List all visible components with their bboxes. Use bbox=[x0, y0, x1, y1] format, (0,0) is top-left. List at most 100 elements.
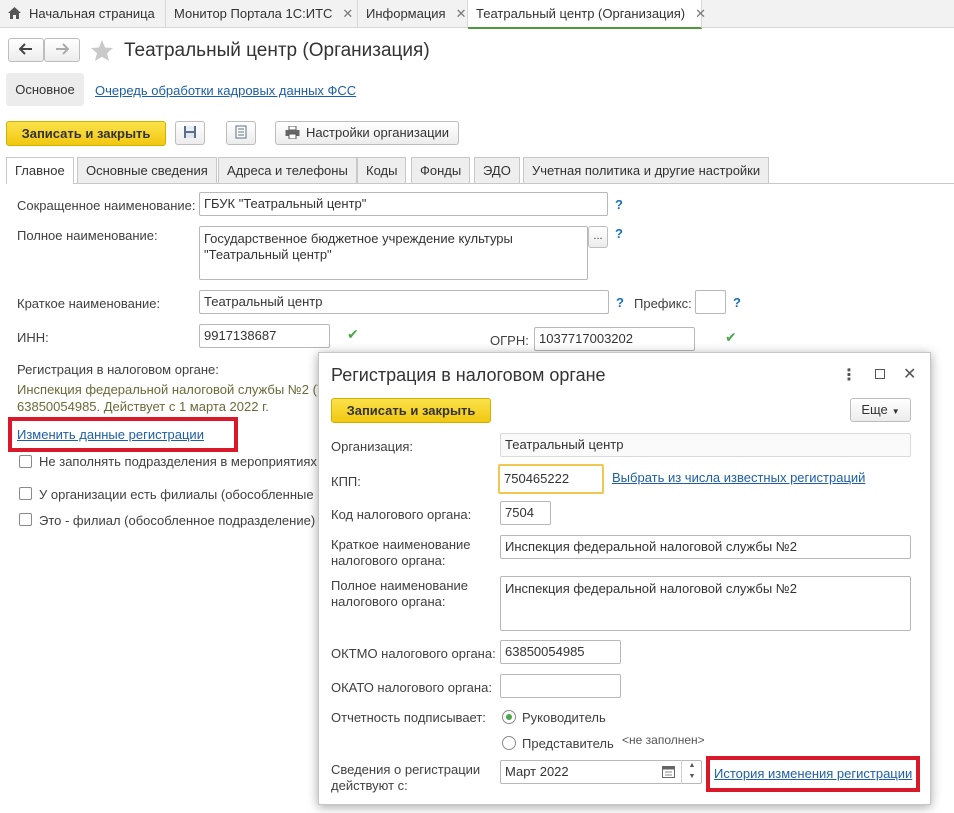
tax-reg-label: Регистрация в налоговом органе: bbox=[17, 362, 219, 377]
known-registrations-link[interactable]: Выбрать из числа известных регистраций bbox=[612, 470, 865, 485]
tab-label: Театральный центр (Организация) bbox=[476, 6, 686, 21]
full-tax-name-label-1: Полное наименование bbox=[331, 578, 469, 593]
help-icon[interactable]: ? bbox=[733, 295, 741, 310]
tab-label: Монитор Портала 1С:ИТС bbox=[174, 6, 333, 21]
okato-input[interactable] bbox=[500, 674, 621, 698]
forward-button[interactable] bbox=[44, 38, 80, 62]
ogrn-label: ОГРН: bbox=[490, 333, 529, 348]
full-name-label: Полное наименование: bbox=[17, 228, 158, 243]
signs-label: Отчетность подписывает: bbox=[331, 710, 486, 725]
prefix-input[interactable] bbox=[695, 290, 726, 314]
radio-representative[interactable] bbox=[502, 736, 516, 750]
tabs-divider bbox=[6, 183, 954, 184]
tab-info[interactable]: Информация ✕ bbox=[358, 0, 468, 28]
full-name-more-button[interactable]: ... bbox=[588, 226, 608, 248]
spin-up-icon[interactable]: ▲ bbox=[682, 760, 702, 771]
tab-main[interactable]: Главное bbox=[6, 157, 74, 184]
calendar-icon[interactable] bbox=[662, 765, 675, 778]
tab-funds[interactable]: Фонды bbox=[411, 157, 471, 183]
code-input[interactable]: 7504 bbox=[500, 501, 551, 525]
valid-from-label-1: Сведения о регистрации bbox=[331, 762, 481, 777]
tax-reg-line1: Инспекция федеральной налоговой службы №… bbox=[17, 382, 325, 397]
tab-codes[interactable]: Коды bbox=[357, 157, 407, 183]
org-input: Театральный центр bbox=[500, 433, 911, 457]
tab-home[interactable]: Начальная страница bbox=[0, 0, 166, 28]
code-label: Код налогового органа: bbox=[331, 507, 472, 522]
save-button[interactable] bbox=[175, 121, 205, 145]
tab-label: Информация bbox=[366, 6, 446, 21]
short-tax-name-input[interactable]: Инспекция федеральной налоговой службы №… bbox=[500, 535, 911, 559]
org-label: Организация: bbox=[331, 439, 414, 454]
short-tax-name-label-2: налогового органа: bbox=[331, 553, 446, 568]
full-name-input[interactable]: Государственное бюджетное учреждение кул… bbox=[199, 226, 588, 280]
kpp-input[interactable]: 750465222 bbox=[498, 464, 604, 494]
dialog-more-button[interactable]: Еще ▼ bbox=[850, 398, 911, 422]
close-icon[interactable]: ✕ bbox=[342, 6, 353, 21]
inn-label: ИНН: bbox=[17, 330, 49, 345]
prefix-label: Префикс: bbox=[634, 296, 692, 311]
fss-queue-link[interactable]: Очередь обработки кадровых данных ФСС bbox=[95, 83, 356, 98]
okato-label: ОКАТО налогового органа: bbox=[331, 680, 492, 695]
top-tab-bar: Начальная страница Монитор Портала 1С:ИТ… bbox=[0, 0, 954, 29]
maximize-icon[interactable] bbox=[875, 369, 885, 379]
oktmo-input[interactable]: 63850054985 bbox=[500, 640, 621, 664]
checkbox-is-branch[interactable] bbox=[19, 513, 32, 526]
arrow-right-icon bbox=[56, 43, 70, 55]
close-icon[interactable]: ✕ bbox=[903, 364, 916, 384]
nav-main[interactable]: Основное bbox=[6, 73, 84, 106]
full-name-line1: Государственное бюджетное учреждение кул… bbox=[204, 231, 513, 246]
dialog-save-close-button[interactable]: Записать и закрыть bbox=[331, 398, 491, 423]
more-label: Еще bbox=[861, 402, 888, 417]
full-tax-name-input[interactable]: Инспекция федеральной налоговой службы №… bbox=[500, 576, 911, 631]
representative-value[interactable]: <не заполнен> bbox=[622, 733, 705, 747]
radio-representative-label: Представитель bbox=[522, 736, 614, 751]
floppy-icon bbox=[184, 126, 196, 138]
brief-name-input[interactable]: Театральный центр bbox=[199, 290, 609, 314]
close-icon[interactable]: ✕ bbox=[695, 6, 706, 21]
tab-edo[interactable]: ЭДО bbox=[474, 157, 520, 183]
checkbox-has-branches[interactable] bbox=[19, 487, 32, 500]
short-name-label: Сокращенное наименование: bbox=[17, 198, 196, 213]
save-close-button[interactable]: Записать и закрыть bbox=[6, 121, 166, 146]
help-icon[interactable]: ? bbox=[616, 295, 624, 310]
back-button[interactable] bbox=[8, 38, 44, 62]
report-button[interactable] bbox=[226, 121, 256, 145]
spin-down-icon[interactable]: ▼ bbox=[682, 771, 702, 782]
full-tax-name-label-2: налогового органа: bbox=[331, 594, 446, 609]
tab-organization[interactable]: Театральный центр (Организация) ✕ bbox=[468, 0, 706, 29]
tab-its-monitor[interactable]: Монитор Портала 1С:ИТС ✕ bbox=[166, 0, 358, 28]
org-settings-button[interactable]: Настройки организации bbox=[275, 121, 459, 145]
checkbox-label: Не заполнять подразделения в мероприятия… bbox=[39, 454, 317, 469]
valid-check-icon: ✔ bbox=[347, 326, 359, 342]
short-tax-name-label-1: Краткое наименование bbox=[331, 537, 471, 552]
tab-addresses[interactable]: Адреса и телефоны bbox=[218, 157, 357, 183]
help-icon[interactable]: ? bbox=[615, 197, 623, 212]
arrow-left-icon bbox=[18, 43, 32, 55]
date-spinner[interactable]: ▲ ▼ bbox=[681, 760, 702, 784]
help-icon[interactable]: ? bbox=[615, 226, 623, 241]
change-registration-link[interactable]: Изменить данные регистрации bbox=[17, 427, 204, 442]
checkbox-no-subdivisions[interactable] bbox=[19, 455, 32, 468]
favorite-star-icon[interactable] bbox=[90, 39, 114, 62]
chevron-down-icon: ▼ bbox=[891, 407, 900, 416]
more-vertical-icon[interactable]: ⋮ bbox=[841, 365, 857, 385]
valid-check-icon: ✔ bbox=[725, 329, 737, 345]
tab-accounting-policy[interactable]: Учетная политика и другие настройки bbox=[523, 157, 770, 183]
checkbox-label: У организации есть филиалы (обособленные… bbox=[39, 487, 332, 502]
short-name-input[interactable]: ГБУК "Театральный центр" bbox=[199, 192, 608, 216]
checkbox-label: Это - филиал (обособленное подразделение… bbox=[39, 513, 316, 528]
page-title: Театральный центр (Организация) bbox=[124, 40, 430, 61]
tab-basic-info[interactable]: Основные сведения bbox=[77, 157, 217, 183]
inn-input[interactable]: 9917138687 bbox=[199, 324, 330, 348]
oktmo-label: ОКТМО налогового органа: bbox=[331, 646, 496, 661]
registration-history-link[interactable]: История изменения регистрации bbox=[714, 766, 912, 781]
document-list-icon bbox=[235, 125, 247, 139]
ogrn-input[interactable]: 1037717003202 bbox=[534, 327, 695, 351]
radio-head[interactable] bbox=[502, 710, 516, 724]
close-icon[interactable]: ✕ bbox=[456, 6, 467, 21]
dialog-title: Регистрация в налоговом органе bbox=[331, 365, 606, 385]
valid-from-value: Март 2022 bbox=[505, 764, 569, 779]
home-icon bbox=[8, 7, 21, 19]
brief-name-label: Краткое наименование: bbox=[17, 296, 161, 311]
settings-label: Настройки организации bbox=[305, 125, 450, 140]
